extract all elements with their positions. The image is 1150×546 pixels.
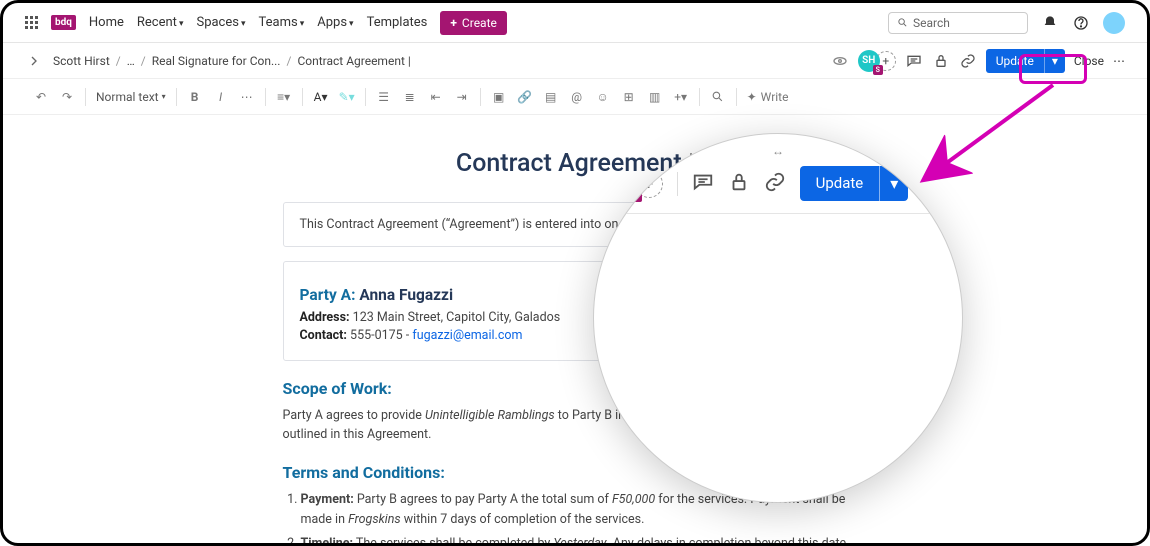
nav-spaces[interactable]: Spaces [196, 15, 245, 30]
drag-handle-icon: ↔ [772, 144, 784, 158]
page-actions: SH + Update ▾ Close ⋯ [831, 49, 1125, 73]
action-icon[interactable]: ▣ [491, 89, 507, 105]
link-tool-icon[interactable]: 🔗 [517, 89, 533, 105]
mag-lock-icon [728, 171, 750, 197]
indent-icon[interactable]: ⇥ [454, 89, 470, 105]
outdent-icon[interactable]: ⇤ [428, 89, 444, 105]
bold-icon[interactable]: B [187, 89, 203, 105]
mag-comment-icon [692, 171, 714, 197]
find-icon[interactable] [710, 89, 726, 105]
crumb-3[interactable]: Real Signature for Con... [152, 54, 281, 68]
apps-icon[interactable] [25, 16, 38, 29]
editor-content[interactable]: Contract Agreement This Contract Agreeme… [3, 115, 1147, 546]
avatar[interactable] [1103, 12, 1125, 34]
insert-icon[interactable]: +▾ [673, 89, 689, 105]
nav-recent[interactable]: Recent [137, 15, 184, 30]
undo-icon[interactable]: ↶ [33, 89, 49, 105]
mention-icon[interactable]: @ [569, 89, 585, 105]
search-input[interactable]: Search [888, 12, 1028, 34]
brand-logo[interactable]: bdq [51, 15, 76, 30]
help-icon[interactable] [1072, 14, 1090, 32]
crumb-4: Contract Agreement | [297, 54, 410, 68]
mag-close-button: Clos [922, 175, 952, 193]
link-icon[interactable] [959, 52, 977, 70]
expand-icon[interactable] [25, 52, 43, 70]
email-link[interactable]: fugazzi@email.com [412, 328, 522, 343]
create-button[interactable]: Create [440, 11, 507, 35]
align-icon[interactable]: ≡▾ [276, 89, 292, 105]
mag-update-button: Update ▾ [800, 166, 909, 201]
nav-templates[interactable]: Templates [367, 15, 428, 30]
crumb-2[interactable]: … [127, 54, 135, 68]
collab-avatar[interactable]: SH [858, 50, 880, 72]
more-icon[interactable]: ⋯ [1113, 54, 1125, 68]
mag-collab-avatar: SH [609, 169, 639, 199]
notifications-icon[interactable] [1041, 14, 1059, 32]
text-style-select[interactable]: Normal text [96, 90, 166, 104]
breadcrumb-bar: Scott Hirst / … / Real Signature for Con… [3, 43, 1147, 79]
bullet-list-icon[interactable]: ☰ [376, 89, 392, 105]
more-format-icon[interactable]: ⋯ [239, 89, 255, 105]
comment-icon[interactable] [905, 52, 923, 70]
crumb-1[interactable]: Scott Hirst [53, 54, 110, 68]
ai-write-icon[interactable]: ✦ Write [747, 89, 789, 105]
nav-home[interactable]: Home [89, 15, 124, 30]
magnifier-callout: ↔ SH + Update ▾ Clos [593, 133, 963, 503]
top-nav: bdq Home Recent Spaces Teams Apps Templa… [3, 3, 1147, 43]
number-list-icon[interactable]: ≣ [402, 89, 418, 105]
editor-toolbar: ↶ ↷ Normal text B I ⋯ ≡▾ A▾ ✎▾ ☰ ≣ ⇤ ⇥ ▣… [3, 79, 1147, 115]
visibility-icon[interactable] [831, 52, 849, 70]
redo-icon[interactable]: ↷ [59, 89, 75, 105]
close-button[interactable]: Close [1074, 54, 1104, 68]
update-button[interactable]: Update ▾ [986, 49, 1065, 73]
table-icon[interactable]: ⊞ [621, 89, 637, 105]
nav-teams[interactable]: Teams [259, 15, 305, 30]
update-dropdown[interactable]: ▾ [1044, 49, 1065, 73]
italic-icon[interactable]: I [213, 89, 229, 105]
layout-icon[interactable]: ▥ [647, 89, 663, 105]
highlight-icon[interactable]: ✎▾ [339, 89, 355, 105]
emoji-icon[interactable]: ☺ [595, 89, 611, 105]
image-icon[interactable]: ▤ [543, 89, 559, 105]
text-color-icon[interactable]: A▾ [313, 89, 329, 105]
nav-apps[interactable]: Apps [317, 15, 353, 30]
mag-link-icon [764, 171, 786, 197]
lock-icon[interactable] [932, 52, 950, 70]
